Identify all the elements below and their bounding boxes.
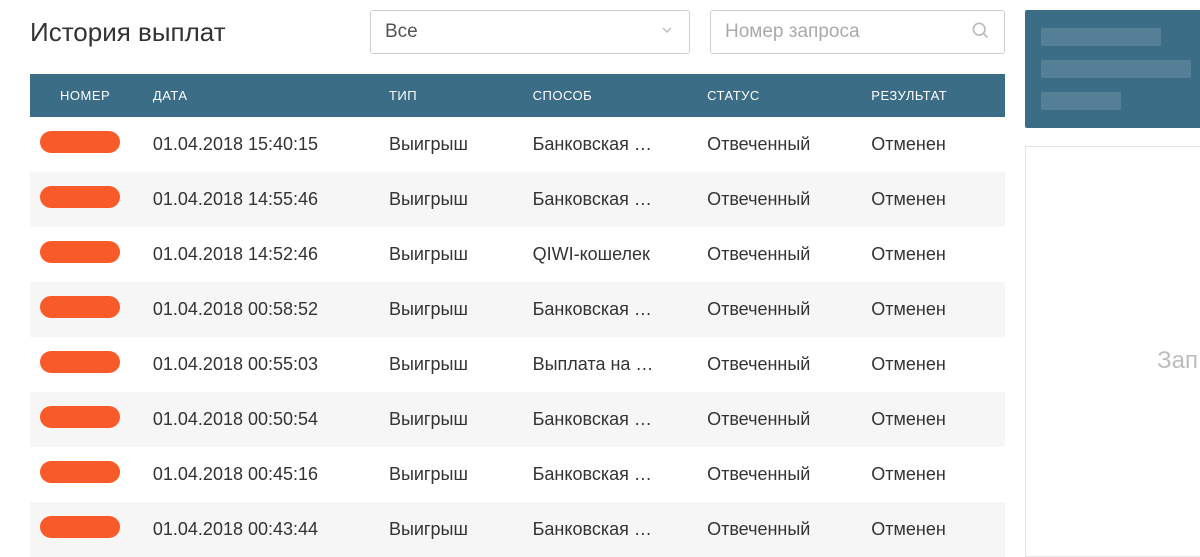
table-row[interactable]: 01.04.2018 15:40:15ВыигрышБанковская …От…	[30, 117, 1005, 172]
search-box[interactable]	[710, 10, 1005, 54]
cell-type: Выигрыш	[379, 502, 523, 557]
cell-method: Банковская …	[523, 392, 697, 447]
sidebar-hint-text: Зап	[1157, 347, 1198, 375]
table-row[interactable]: 01.04.2018 00:43:44ВыигрышБанковская …От…	[30, 502, 1005, 557]
table-row[interactable]: 01.04.2018 00:45:16ВыигрышБанковская …От…	[30, 447, 1005, 502]
redacted-number	[40, 351, 120, 373]
redacted-number	[40, 406, 120, 428]
sidebar-skeleton-line	[1041, 92, 1121, 110]
cell-status: Отвеченный	[697, 227, 861, 282]
cell-date: 01.04.2018 00:50:54	[143, 392, 379, 447]
table-row[interactable]: 01.04.2018 14:52:46ВыигрышQIWI-кошелекОт…	[30, 227, 1005, 282]
cell-result: Отменен	[861, 282, 1005, 337]
cell-method: Банковская …	[523, 282, 697, 337]
filter-select[interactable]: Все	[370, 10, 690, 54]
cell-date: 01.04.2018 14:55:46	[143, 172, 379, 227]
cell-type: Выигрыш	[379, 172, 523, 227]
sidebar-summary-panel	[1025, 10, 1200, 128]
cell-status: Отвеченный	[697, 337, 861, 392]
cell-type: Выигрыш	[379, 447, 523, 502]
cell-type: Выигрыш	[379, 282, 523, 337]
table-row[interactable]: 01.04.2018 00:58:52ВыигрышБанковская …От…	[30, 282, 1005, 337]
filter-select-value: Все	[385, 21, 418, 43]
sidebar-skeleton-line	[1041, 28, 1161, 46]
cell-number	[30, 392, 143, 447]
cell-type: Выигрыш	[379, 117, 523, 172]
col-number[interactable]: НОМЕР	[30, 74, 143, 117]
cell-status: Отвеченный	[697, 172, 861, 227]
redacted-number	[40, 461, 120, 483]
cell-type: Выигрыш	[379, 337, 523, 392]
cell-number	[30, 502, 143, 557]
payouts-table: НОМЕР ДАТА ТИП СПОСОБ СТАТУС РЕЗУЛЬТАТ 0…	[30, 74, 1005, 557]
cell-status: Отвеченный	[697, 502, 861, 557]
cell-status: Отвеченный	[697, 117, 861, 172]
table-row[interactable]: 01.04.2018 00:50:54ВыигрышБанковская …От…	[30, 392, 1005, 447]
table-header-row: НОМЕР ДАТА ТИП СПОСОБ СТАТУС РЕЗУЛЬТАТ	[30, 74, 1005, 117]
cell-number	[30, 447, 143, 502]
redacted-number	[40, 186, 120, 208]
cell-result: Отменен	[861, 227, 1005, 282]
col-type[interactable]: ТИП	[379, 74, 523, 117]
cell-number	[30, 117, 143, 172]
cell-date: 01.04.2018 00:45:16	[143, 447, 379, 502]
cell-date: 01.04.2018 14:52:46	[143, 227, 379, 282]
cell-number	[30, 337, 143, 392]
col-status[interactable]: СТАТУС	[697, 74, 861, 117]
cell-date: 01.04.2018 00:55:03	[143, 337, 379, 392]
search-input[interactable]	[725, 21, 970, 43]
cell-number	[30, 172, 143, 227]
cell-method: Банковская …	[523, 502, 697, 557]
cell-status: Отвеченный	[697, 392, 861, 447]
chevron-down-icon	[659, 22, 675, 43]
cell-type: Выигрыш	[379, 227, 523, 282]
col-date[interactable]: ДАТА	[143, 74, 379, 117]
table-row[interactable]: 01.04.2018 14:55:46ВыигрышБанковская …От…	[30, 172, 1005, 227]
sidebar-card: Зап	[1025, 146, 1200, 557]
cell-status: Отвеченный	[697, 447, 861, 502]
cell-result: Отменен	[861, 392, 1005, 447]
cell-result: Отменен	[861, 447, 1005, 502]
redacted-number	[40, 241, 120, 263]
cell-result: Отменен	[861, 172, 1005, 227]
cell-method: Выплата на …	[523, 337, 697, 392]
page-title: История выплат	[30, 17, 350, 48]
cell-number	[30, 282, 143, 337]
cell-method: Банковская …	[523, 117, 697, 172]
table-row[interactable]: 01.04.2018 00:55:03ВыигрышВыплата на …От…	[30, 337, 1005, 392]
col-result[interactable]: РЕЗУЛЬТАТ	[861, 74, 1005, 117]
cell-status: Отвеченный	[697, 282, 861, 337]
col-method[interactable]: СПОСОБ	[523, 74, 697, 117]
cell-result: Отменен	[861, 117, 1005, 172]
sidebar-skeleton-line	[1041, 60, 1191, 78]
cell-result: Отменен	[861, 502, 1005, 557]
cell-date: 01.04.2018 00:58:52	[143, 282, 379, 337]
cell-date: 01.04.2018 00:43:44	[143, 502, 379, 557]
redacted-number	[40, 516, 120, 538]
cell-method: Банковская …	[523, 447, 697, 502]
cell-type: Выигрыш	[379, 392, 523, 447]
cell-method: QIWI-кошелек	[523, 227, 697, 282]
cell-number	[30, 227, 143, 282]
search-icon	[970, 20, 990, 45]
redacted-number	[40, 296, 120, 318]
cell-method: Банковская …	[523, 172, 697, 227]
cell-date: 01.04.2018 15:40:15	[143, 117, 379, 172]
redacted-number	[40, 131, 120, 153]
cell-result: Отменен	[861, 337, 1005, 392]
